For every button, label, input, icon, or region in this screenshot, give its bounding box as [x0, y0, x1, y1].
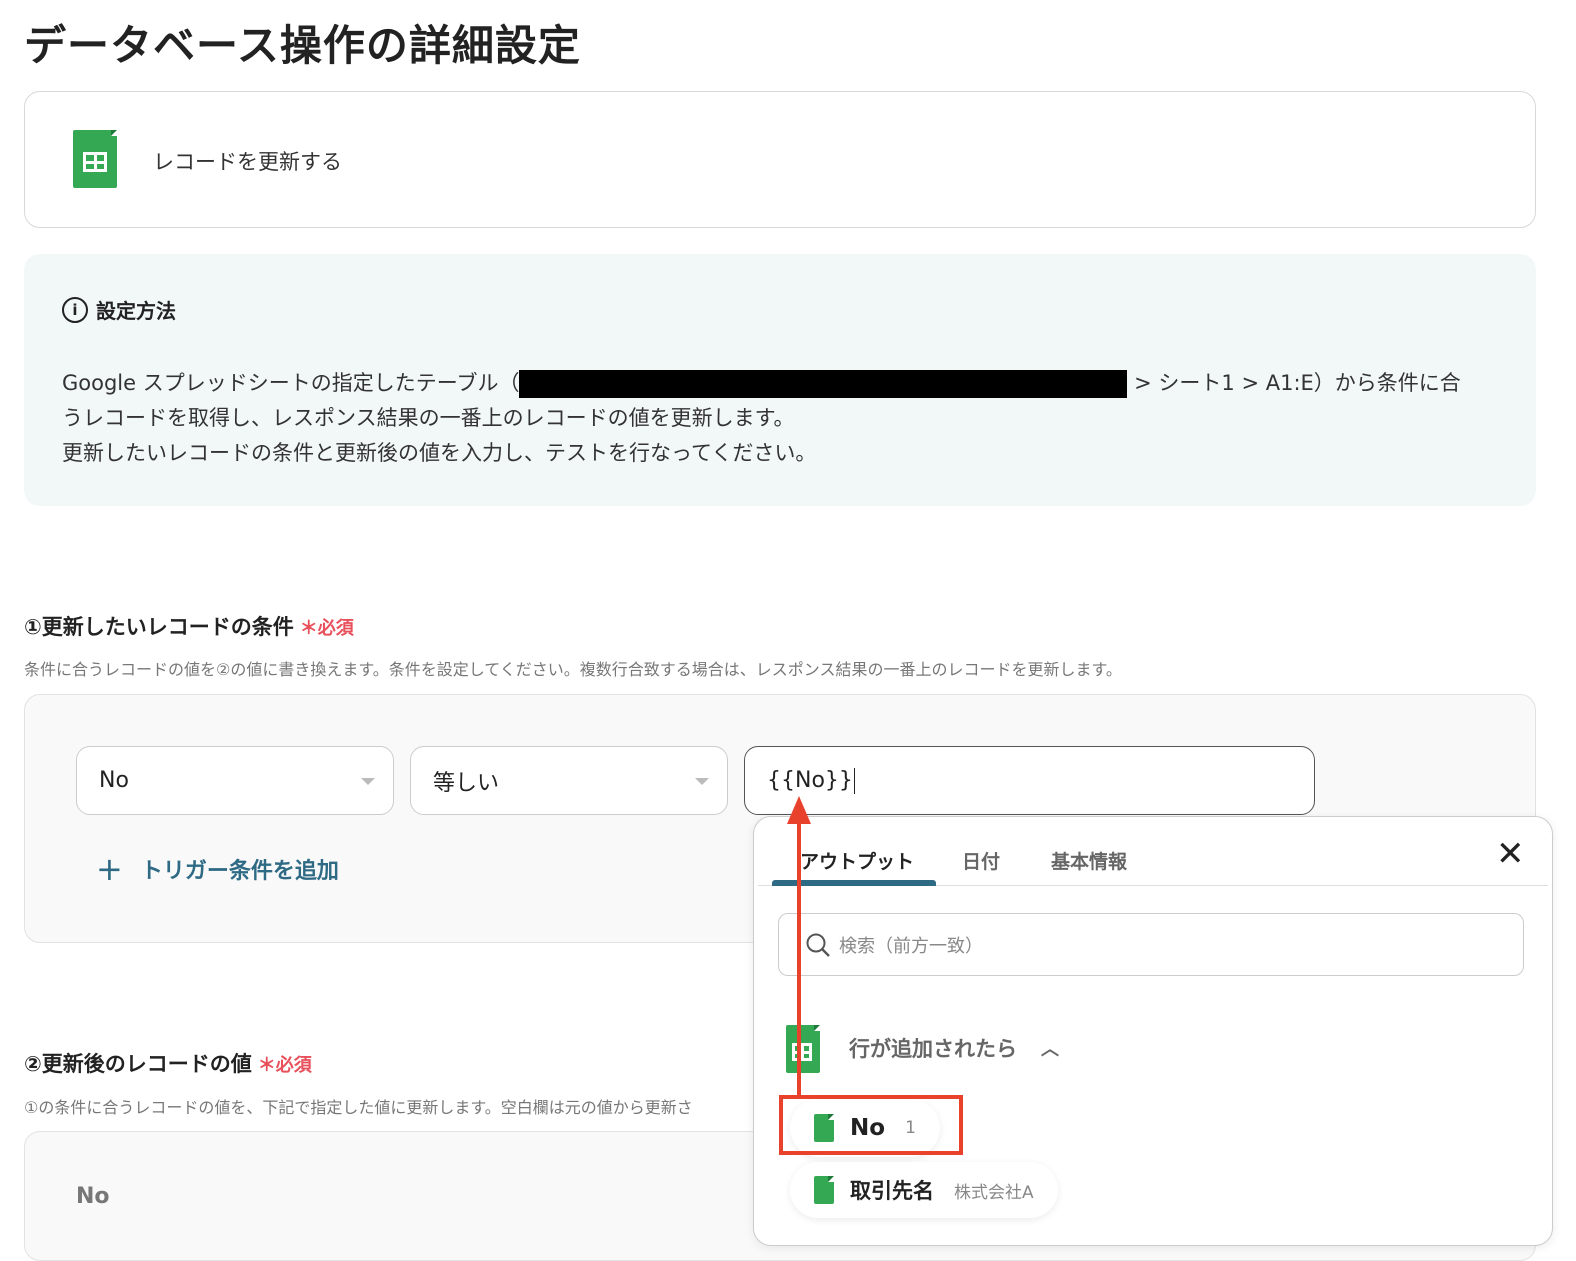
operator-select[interactable]: 等しい	[410, 746, 728, 815]
info-line1: Google スプレッドシートの指定したテーブル（	[62, 371, 520, 395]
field-select[interactable]: No	[76, 746, 394, 815]
section2-title: ②更新後のレコードの値 ＊必須	[24, 1052, 312, 1076]
close-icon[interactable]: ✕	[1496, 837, 1525, 871]
redacted-block	[519, 370, 1128, 398]
info-text: Google スプレッドシートの指定したテーブル（ > シート1 > A1:E）…	[62, 366, 1502, 471]
add-condition-button[interactable]: + トリガー条件を追加	[96, 850, 339, 888]
annotation-arrow-line	[797, 822, 801, 1096]
annotation-highlight-box	[779, 1095, 963, 1155]
info-title-text: 設定方法	[96, 299, 176, 323]
tab-date[interactable]: 日付	[962, 847, 1000, 874]
info-line3: 更新したいレコードの条件と更新後の値を入力し、テストを行なってください。	[62, 441, 817, 465]
output-group-header[interactable]: 行が追加されたら ︿	[849, 1033, 1059, 1063]
required-badge: ＊必須	[257, 1055, 312, 1076]
tab-basic-info[interactable]: 基本情報	[1051, 847, 1127, 874]
tab-output[interactable]: アウトプット	[800, 847, 914, 874]
dropdown-caret-icon	[695, 778, 709, 785]
info-line2: うレコードを取得し、レスポンス結果の一番上のレコードの値を更新します。	[62, 406, 795, 430]
info-line1-end: > シート1 > A1:E）から条件に合	[1127, 371, 1461, 395]
value-field-label: No	[76, 1184, 110, 1209]
dropdown-caret-icon	[361, 778, 375, 785]
google-sheets-icon	[814, 1176, 834, 1204]
annotation-arrow-head-icon	[787, 796, 811, 824]
action-card: レコードを更新する	[24, 91, 1536, 228]
section1-title: ①更新したいレコードの条件 ＊必須	[24, 615, 354, 639]
search-icon	[806, 933, 830, 957]
section2-description: ①の条件に合うレコードの値を、下記で指定した値に更新します。空白欄は元の値から更…	[24, 1098, 693, 1117]
google-sheets-icon	[786, 1025, 820, 1073]
variable-picker-popup: アウトプット 日付 基本情報 ✕ 検索（前方一致） 行が追加されたら ︿ No 1…	[753, 816, 1553, 1246]
search-input[interactable]: 検索（前方一致）	[778, 913, 1524, 976]
chevron-up-icon: ︿	[1041, 1039, 1059, 1060]
plus-icon: +	[96, 850, 123, 888]
value-input[interactable]: {{No}}	[744, 746, 1315, 815]
output-item-client-name[interactable]: 取引先名 株式会社A	[790, 1162, 1058, 1218]
required-badge: ＊必須	[299, 618, 354, 639]
section1-description: 条件に合うレコードの値を②の値に書き換えます。条件を設定してください。複数行合致…	[24, 660, 1122, 679]
page-title: データベース操作の詳細設定	[24, 21, 581, 70]
google-sheets-icon	[73, 130, 117, 188]
info-title: i 設定方法	[62, 295, 176, 324]
info-icon: i	[62, 296, 88, 323]
action-label: レコードを更新する	[153, 150, 342, 174]
